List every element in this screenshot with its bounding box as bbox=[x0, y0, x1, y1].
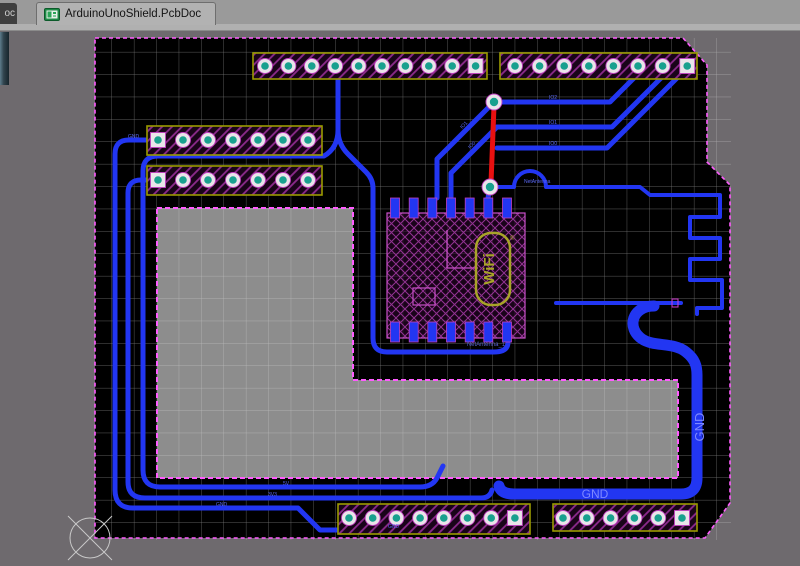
pad-hole bbox=[254, 136, 262, 144]
component-wifi-module[interactable]: WiFi ® NetAntenna_1 bbox=[387, 198, 525, 348]
net-label-io1: IO1 bbox=[549, 120, 557, 126]
component-pad[interactable] bbox=[447, 322, 456, 342]
component-pad[interactable] bbox=[447, 198, 456, 218]
pad-hole bbox=[304, 176, 312, 184]
wifi-logo-text: WiFi bbox=[481, 253, 498, 285]
net-label-io0: IO0 bbox=[549, 141, 557, 147]
top-right-header[interactable] bbox=[500, 53, 697, 79]
pad-hole bbox=[331, 62, 339, 70]
pad-hole bbox=[369, 514, 377, 522]
trace-red-top-layer[interactable] bbox=[491, 106, 494, 183]
pad-hole bbox=[634, 62, 642, 70]
pad-hole bbox=[179, 136, 187, 144]
pad-hole bbox=[402, 62, 410, 70]
pad-hole bbox=[154, 176, 162, 184]
component-pad[interactable] bbox=[503, 198, 512, 218]
pad-hole bbox=[304, 136, 312, 144]
pad-hole bbox=[631, 514, 639, 522]
component-designator: NetAntenna_1 bbox=[467, 342, 506, 348]
net-label-io2: IO2 bbox=[549, 95, 557, 101]
pad-hole bbox=[229, 176, 237, 184]
component-pad[interactable] bbox=[409, 322, 418, 342]
net-label-gnd-horizontal: GND bbox=[582, 487, 609, 501]
pad-hole bbox=[229, 136, 237, 144]
net-label-gnd-under-header: GND bbox=[388, 524, 400, 530]
pad-hole bbox=[279, 136, 287, 144]
pad-hole bbox=[559, 514, 567, 522]
via[interactable] bbox=[482, 179, 498, 195]
pad-hole bbox=[279, 176, 287, 184]
pad-hole bbox=[204, 176, 212, 184]
pad-hole bbox=[560, 62, 568, 70]
document-tab-bar: oc ArduinoUnoShield.PcbDoc bbox=[0, 0, 800, 30]
net-label-3v3: 3V3 bbox=[268, 492, 277, 498]
component-pad[interactable] bbox=[484, 322, 493, 342]
left-header-upper[interactable] bbox=[147, 126, 322, 155]
pad-hole bbox=[179, 176, 187, 184]
component-pad[interactable] bbox=[428, 322, 437, 342]
component-body[interactable] bbox=[387, 213, 525, 338]
pad-hole bbox=[536, 62, 544, 70]
pad-hole bbox=[607, 514, 615, 522]
pad-hole bbox=[154, 136, 162, 144]
component-pad[interactable] bbox=[503, 322, 512, 342]
pad-hole bbox=[511, 62, 519, 70]
document-tab-partial[interactable]: oc bbox=[0, 3, 17, 24]
pad-hole bbox=[416, 514, 424, 522]
component-pad[interactable] bbox=[465, 322, 474, 342]
pad-hole bbox=[378, 62, 386, 70]
pad-hole bbox=[659, 62, 667, 70]
pad-hole bbox=[345, 514, 353, 522]
bottom-right-header[interactable] bbox=[553, 504, 697, 531]
via[interactable] bbox=[486, 94, 502, 110]
pad-hole bbox=[683, 62, 691, 70]
pad-hole bbox=[487, 514, 495, 522]
registered-mark: ® bbox=[510, 235, 515, 242]
pad-hole bbox=[393, 514, 401, 522]
pad-hole bbox=[610, 62, 618, 70]
pad-hole bbox=[204, 136, 212, 144]
pad-hole bbox=[254, 176, 262, 184]
pad-hole bbox=[261, 62, 269, 70]
pcb-editor-canvas[interactable]: WiFi ® NetAntenna_1 GND GND IO2 IO1 IO0 … bbox=[0, 30, 800, 561]
bottom-left-header[interactable] bbox=[338, 504, 530, 534]
pad-hole bbox=[678, 514, 686, 522]
net-label-netantenna: NetAntenna bbox=[524, 179, 551, 185]
component-pad[interactable] bbox=[484, 198, 493, 218]
net-label-gnd-vertical: GND bbox=[692, 413, 707, 442]
net-label-gnd-left: GND bbox=[128, 134, 140, 140]
left-header-lower[interactable] bbox=[147, 166, 322, 195]
pad-hole bbox=[355, 62, 363, 70]
pad-hole bbox=[440, 514, 448, 522]
pad-hole bbox=[285, 62, 293, 70]
pcb-drawing: WiFi ® NetAntenna_1 GND GND IO2 IO1 IO0 … bbox=[0, 30, 800, 561]
pad-hole bbox=[425, 62, 433, 70]
pad-hole bbox=[585, 62, 593, 70]
pad-hole bbox=[308, 62, 316, 70]
pad-hole bbox=[583, 514, 591, 522]
pad-hole bbox=[511, 514, 519, 522]
tab-title: ArduinoUnoShield.PcbDoc bbox=[65, 8, 201, 20]
net-label-5v: 5V bbox=[283, 481, 290, 487]
pad-hole bbox=[464, 514, 472, 522]
top-left-header[interactable] bbox=[253, 53, 487, 79]
component-pad[interactable] bbox=[391, 322, 400, 342]
component-pad[interactable] bbox=[391, 198, 400, 218]
component-pad[interactable] bbox=[409, 198, 418, 218]
component-pad[interactable] bbox=[428, 198, 437, 218]
pcb-document-icon bbox=[44, 8, 60, 21]
pad-hole bbox=[654, 514, 662, 522]
document-tab-active[interactable]: ArduinoUnoShield.PcbDoc bbox=[36, 2, 216, 25]
net-label-gnd-bundle: GND bbox=[216, 502, 228, 508]
pad-hole bbox=[472, 62, 480, 70]
pad-hole bbox=[448, 62, 456, 70]
component-pad[interactable] bbox=[465, 198, 474, 218]
